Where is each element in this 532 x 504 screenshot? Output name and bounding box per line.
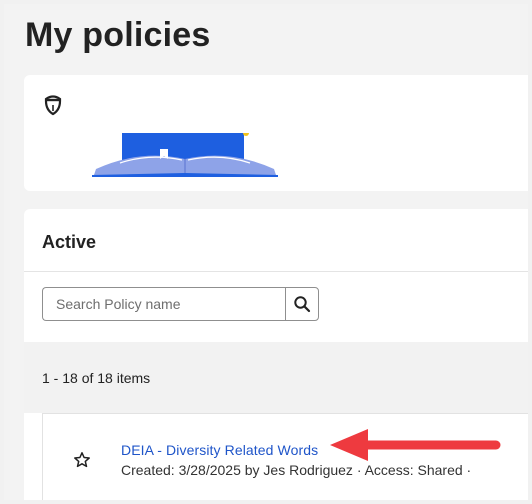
policy-name-link[interactable]: DEIA - Diversity Related Words (121, 442, 318, 458)
search-button[interactable] (285, 287, 319, 321)
open-book-illustration (92, 133, 278, 177)
divider (24, 271, 528, 272)
items-count-bar: 1 - 18 of 18 items (24, 342, 528, 413)
hero-card (24, 75, 528, 191)
items-count: 1 - 18 of 18 items (42, 370, 151, 386)
search-icon (294, 296, 311, 313)
annotation-arrow (330, 429, 501, 461)
page-title: My policies (25, 16, 211, 54)
search-input[interactable] (42, 287, 285, 321)
page-frame: My policies Active Search Policy name 1 … (4, 4, 528, 500)
star-outline-icon[interactable] (73, 451, 91, 469)
shield-icon (44, 95, 62, 116)
section-title: Active (42, 232, 97, 252)
